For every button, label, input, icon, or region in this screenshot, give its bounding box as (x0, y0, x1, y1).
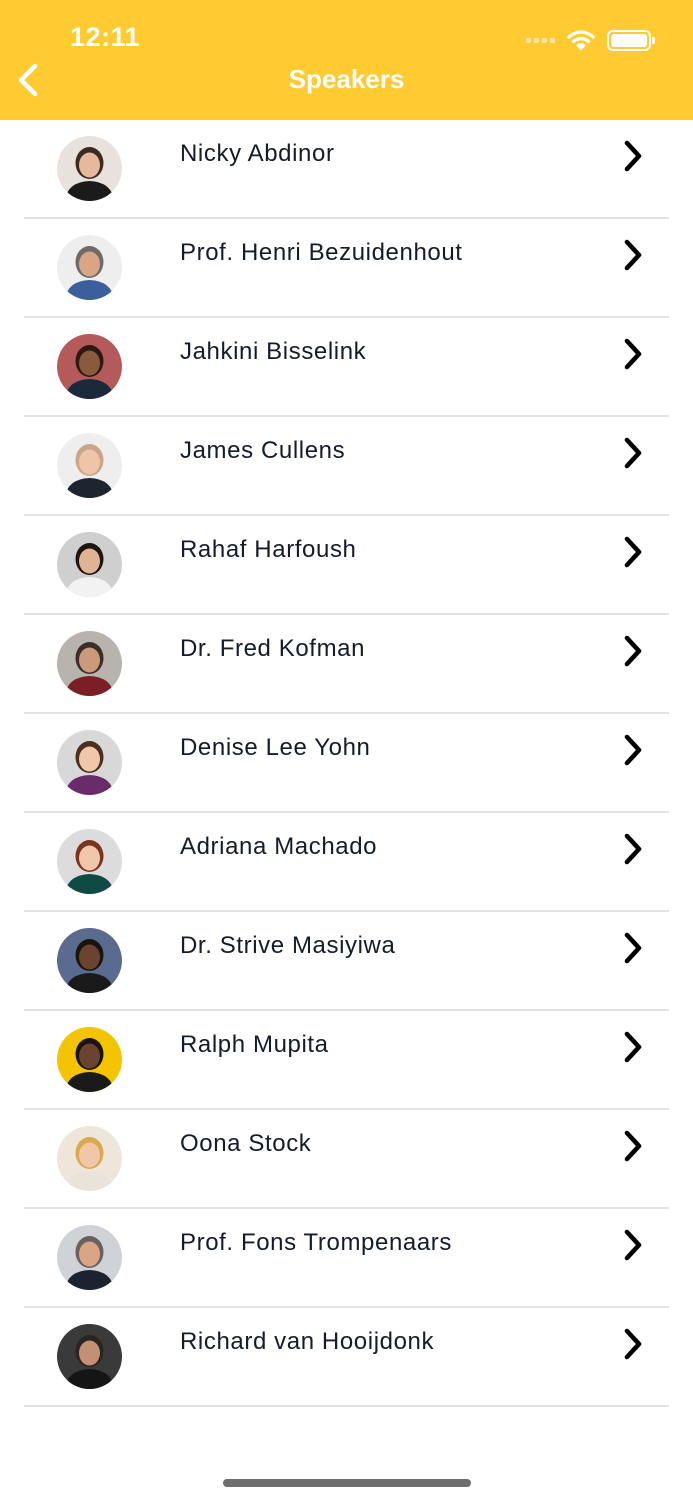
speaker-row[interactable]: Nicky Abdinor (0, 120, 693, 219)
speaker-row[interactable]: Prof. Henri Bezuidenhout (0, 219, 693, 318)
home-indicator[interactable] (223, 1479, 471, 1487)
chevron-right-icon (624, 734, 642, 766)
nav-header: 12:11 Speakers (0, 0, 693, 120)
speaker-avatar (57, 1225, 122, 1290)
chevron-right-icon (624, 1328, 642, 1360)
row-separator (24, 1405, 669, 1407)
battery-icon (607, 29, 655, 51)
speaker-row[interactable]: Denise Lee Yohn (0, 714, 693, 813)
speaker-avatar (57, 730, 122, 795)
speaker-avatar (57, 1027, 122, 1092)
speaker-row[interactable]: Jahkini Bisselink (0, 318, 693, 417)
chevron-right-icon (624, 1031, 642, 1063)
speaker-name: Ralph Mupita (180, 1031, 329, 1058)
page-title: Speakers (288, 64, 405, 94)
wifi-icon (567, 30, 595, 50)
speaker-avatar (57, 235, 122, 300)
speaker-avatar (57, 136, 122, 201)
chevron-right-icon (624, 1229, 642, 1261)
chevron-right-icon (624, 833, 642, 865)
chevron-right-icon (624, 239, 642, 271)
speaker-avatar (57, 1324, 122, 1389)
speaker-avatar (57, 532, 122, 597)
speaker-name: Rahaf Harfoush (180, 536, 357, 563)
speaker-avatar (57, 829, 122, 894)
chevron-right-icon (624, 437, 642, 469)
speaker-name: Prof. Henri Bezuidenhout (180, 239, 463, 266)
cellular-signal-icon (526, 37, 555, 43)
speaker-row[interactable]: Dr. Strive Masiyiwa (0, 912, 693, 1011)
speaker-row[interactable]: Prof. Fons Trompenaars (0, 1209, 693, 1308)
status-time: 12:11 (70, 22, 141, 52)
speaker-avatar (57, 433, 122, 498)
chevron-right-icon (624, 932, 642, 964)
speaker-name: Denise Lee Yohn (180, 734, 371, 761)
speaker-name: Jahkini Bisselink (180, 338, 367, 365)
speaker-name: Prof. Fons Trompenaars (180, 1229, 452, 1256)
speaker-row[interactable]: Oona Stock (0, 1110, 693, 1209)
speaker-avatar (57, 928, 122, 993)
speaker-list: Nicky Abdinor Prof. Henri Bezuidenhout J… (0, 120, 693, 1407)
chevron-right-icon (624, 1130, 642, 1162)
speaker-avatar (57, 1126, 122, 1191)
speaker-name: Nicky Abdinor (180, 140, 335, 167)
speaker-row[interactable]: Richard van Hooijdonk (0, 1308, 693, 1407)
speaker-name: Adriana Machado (180, 833, 378, 860)
chevron-right-icon (624, 338, 642, 370)
speaker-row[interactable]: Dr. Fred Kofman (0, 615, 693, 714)
speaker-name: Oona Stock (180, 1130, 312, 1157)
speaker-name: James Cullens (180, 437, 346, 464)
chevron-right-icon (624, 140, 642, 172)
speaker-name: Dr. Strive Masiyiwa (180, 932, 396, 959)
speaker-row[interactable]: Ralph Mupita (0, 1011, 693, 1110)
status-icons (526, 26, 655, 54)
speaker-name: Richard van Hooijdonk (180, 1328, 435, 1355)
chevron-right-icon (624, 536, 642, 568)
speaker-row[interactable]: Rahaf Harfoush (0, 516, 693, 615)
speaker-row[interactable]: Adriana Machado (0, 813, 693, 912)
speaker-name: Dr. Fred Kofman (180, 635, 366, 662)
speaker-avatar (57, 334, 122, 399)
speaker-row[interactable]: James Cullens (0, 417, 693, 516)
speaker-avatar (57, 631, 122, 696)
chevron-right-icon (624, 635, 642, 667)
